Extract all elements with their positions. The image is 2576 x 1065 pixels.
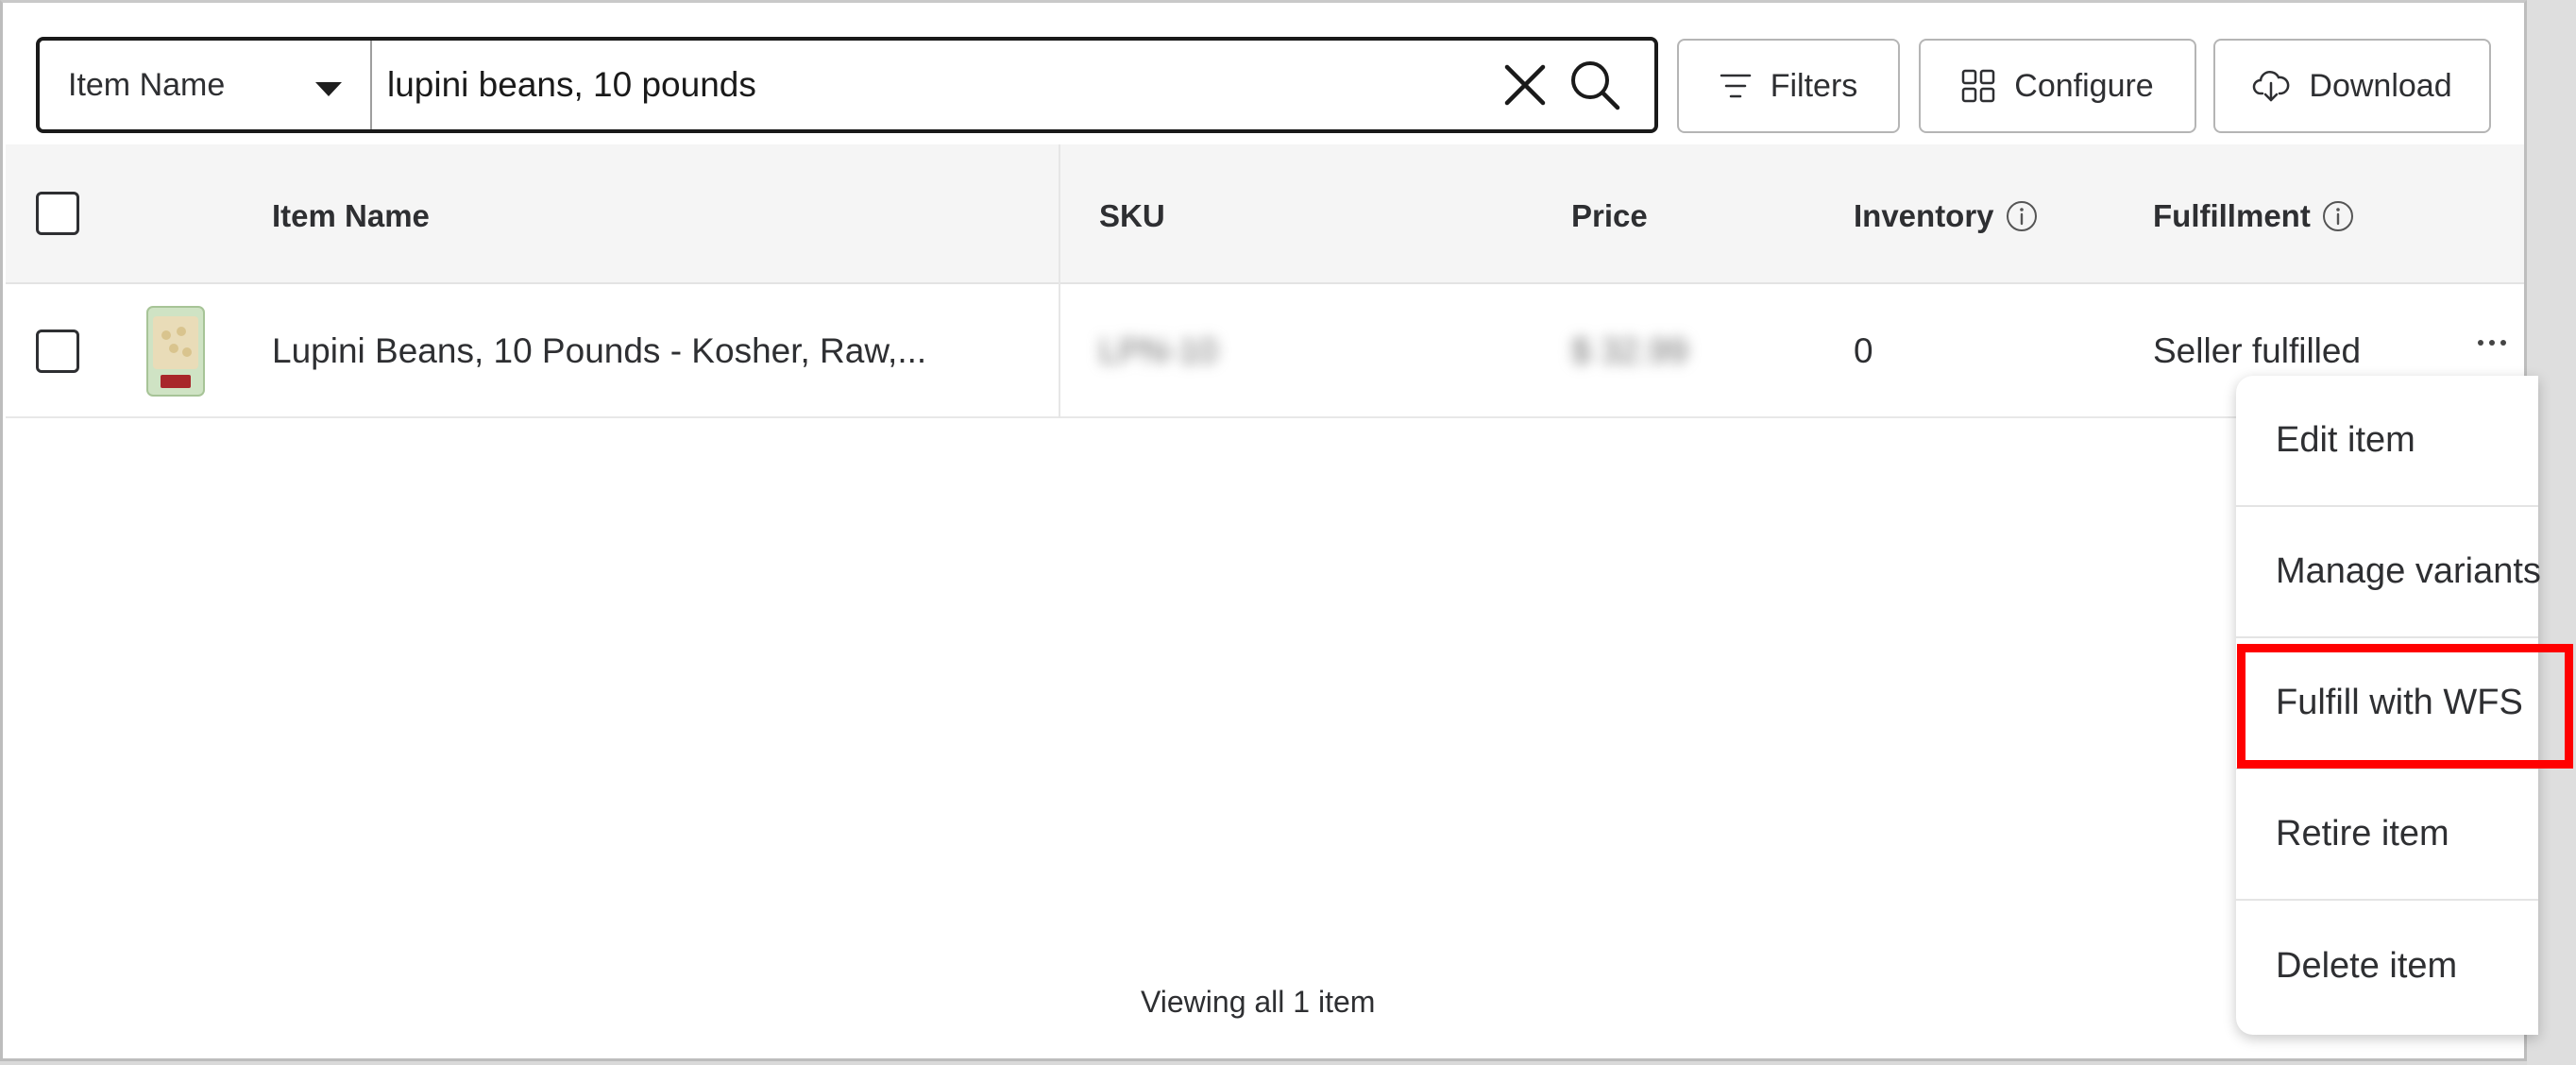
caret-down-icon [315,82,342,96]
column-divider [1059,144,1060,418]
filters-button[interactable]: Filters [1677,39,1900,133]
item-name-cell[interactable]: Lupini Beans, 10 Pounds - Kosher, Raw,..… [272,331,926,371]
search-button[interactable] [1564,54,1626,116]
row-actions-button[interactable] [2468,324,2516,362]
more-dots-icon [2489,340,2495,346]
download-label: Download [2309,67,2452,104]
column-header-label: Fulfillment [2153,198,2311,233]
search-icon [1571,61,1620,110]
cloud-download-icon [2253,71,2290,102]
column-header-price[interactable]: Price [1571,198,1648,234]
info-icon[interactable] [2006,200,2038,232]
clear-search-button[interactable] [1494,54,1556,116]
select-all-checkbox[interactable] [36,192,79,235]
product-thumbnail [146,306,205,397]
items-panel: Item Name Filters [0,0,2527,1061]
table-row[interactable]: Lupini Beans, 10 Pounds - Kosher, Raw,..… [6,284,2524,418]
search-input[interactable] [372,41,1494,129]
info-icon[interactable] [2322,200,2354,232]
search-bar: Item Name [36,37,1658,133]
inventory-cell: 0 [1854,331,1873,370]
configure-label: Configure [2014,67,2154,104]
grid-icon [1962,69,1995,103]
more-dots-icon [2478,340,2483,346]
fulfillment-cell: Seller fulfilled [2153,331,2362,370]
column-header-label: SKU [1099,198,1165,233]
download-button[interactable]: Download [2213,39,2491,133]
column-header-item-name[interactable]: Item Name [272,198,430,234]
menu-item-edit-item[interactable]: Edit item [2236,376,2538,507]
search-field-label: Item Name [68,66,226,103]
items-count-summary: Viewing all 1 item [1141,985,1376,1019]
row-actions-menu: Edit item Manage variants Fulfill with W… [2236,376,2541,1035]
column-header-label: Price [1571,198,1648,233]
close-icon [1504,64,1546,106]
configure-button[interactable]: Configure [1919,39,2196,133]
row-checkbox[interactable] [36,330,79,373]
column-header-sku[interactable]: SKU [1099,198,1165,234]
column-header-label: Item Name [272,198,430,233]
filters-label: Filters [1770,67,1858,104]
filter-lines-icon [1720,74,1751,98]
menu-item-manage-variants[interactable]: Manage variants [2236,507,2541,638]
menu-item-fulfill-with-wfs[interactable]: Fulfill with WFS [2236,638,2538,769]
menu-item-retire-item[interactable]: Retire item [2236,769,2538,901]
table-header: Item Name SKU Price Inventory Fulfillmen… [6,144,2524,284]
column-header-label: Inventory [1854,198,1994,233]
price-cell: $ 32.99 [1571,331,1688,370]
sku-cell: LPN-10 [1099,331,1218,370]
column-header-fulfillment[interactable]: Fulfillment [2153,198,2354,234]
search-field-select[interactable]: Item Name [40,41,372,129]
more-dots-icon [2500,340,2506,346]
column-header-inventory[interactable]: Inventory [1854,198,2038,234]
menu-item-delete-item[interactable]: Delete item [2236,901,2538,1032]
